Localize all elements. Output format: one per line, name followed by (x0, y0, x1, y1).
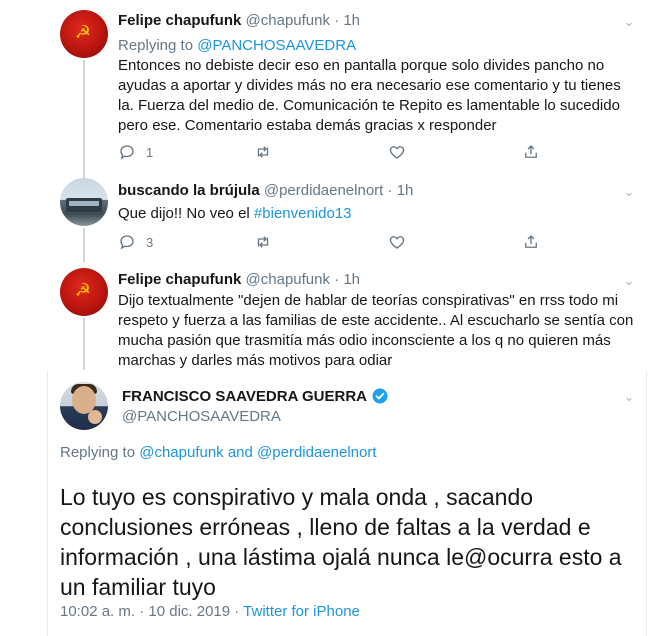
tweet-text: Lo tuyo es conspirativo y mala onda , sa… (60, 484, 622, 600)
avatar[interactable] (60, 382, 108, 430)
source-link[interactable]: Twitter for iPhone (243, 603, 360, 620)
heart-icon (389, 236, 405, 249)
avatar[interactable]: ☭ (60, 268, 108, 316)
author-handle[interactable]: @chapufunk (246, 271, 330, 288)
replying-label: Replying to (118, 37, 198, 54)
hammer-sickle-icon: ☭ (74, 22, 92, 42)
thread-line (83, 170, 85, 178)
reply-tweet-1[interactable]: ☭ Felipe chapufunk @chapufunk · 1h ⌄ Rep… (0, 0, 661, 170)
focused-tweet: FRANCISCO SAAVEDRA GUERRA @PANCHOSAAVEDR… (0, 370, 661, 636)
retweet-button[interactable] (254, 142, 272, 162)
share-icon (525, 145, 537, 158)
tweet-text: Entonces no debiste decir eso en pantall… (118, 57, 621, 134)
reply-count: 1 (146, 144, 154, 160)
bus-photo (66, 198, 102, 212)
avatar[interactable]: ☭ (60, 10, 108, 58)
reply-count: 3 (146, 234, 154, 250)
replying-label: Replying to (60, 444, 140, 461)
mention-link[interactable]: @chapufunk (139, 444, 223, 461)
retweet-icon (257, 236, 269, 248)
chevron-down-icon[interactable]: ⌄ (620, 183, 638, 201)
tweet-text: Que dijo!! No veo el #bienvenido13 (118, 205, 352, 222)
chevron-down-icon[interactable]: ⌄ (620, 272, 638, 290)
share-button[interactable] (522, 232, 540, 252)
timestamp[interactable]: 1h (343, 271, 360, 288)
replying-and: and (223, 444, 258, 461)
like-button[interactable] (388, 232, 406, 252)
reply-tweet-2[interactable]: buscando la brújula @perdidaenelnort · 1… (0, 170, 661, 262)
thread-line (83, 60, 85, 170)
share-button[interactable] (522, 142, 540, 162)
thread-line (83, 228, 85, 262)
reply-button[interactable]: 3 (118, 232, 153, 252)
retweet-button[interactable] (254, 232, 272, 252)
reply-button[interactable]: 1 (118, 142, 153, 162)
avatar[interactable] (60, 178, 108, 226)
chevron-down-icon[interactable]: ⌄ (620, 13, 638, 31)
author-name[interactable]: Felipe chapufunk (118, 271, 241, 288)
reply-tweet-3[interactable]: ☭ Felipe chapufunk @chapufunk · 1h ⌄ Dij… (0, 262, 661, 370)
timestamp[interactable]: 10:02 a. m. · 10 dic. 2019 · (60, 603, 243, 620)
author-handle[interactable]: @chapufunk (246, 12, 330, 29)
retweet-icon (257, 146, 269, 158)
share-icon (525, 235, 537, 248)
timestamp[interactable]: 1h (397, 182, 414, 199)
tweet-text: Dijo textualmente "dejen de hablar de te… (118, 292, 634, 369)
chevron-down-icon[interactable]: ⌄ (620, 388, 638, 406)
separator-dot: · (387, 182, 393, 199)
like-button[interactable] (388, 142, 406, 162)
verified-badge-icon (372, 388, 388, 404)
hashtag-link[interactable]: #bienvenido13 (254, 205, 352, 222)
reply-bubble-icon (120, 235, 134, 250)
hammer-sickle-icon: ☭ (74, 280, 92, 300)
timestamp[interactable]: 1h (343, 12, 360, 29)
author-handle[interactable]: @PANCHOSAAVEDRA (122, 408, 281, 425)
reply-bubble-icon (120, 145, 134, 160)
separator-dot: · (334, 12, 340, 29)
mention-link[interactable]: @PANCHOSAAVEDRA (197, 37, 356, 54)
author-name[interactable]: FRANCISCO SAAVEDRA GUERRA (122, 388, 367, 405)
author-name[interactable]: Felipe chapufunk (118, 12, 241, 29)
heart-icon (389, 146, 405, 159)
mention-link[interactable]: @perdidaenelnort (257, 444, 376, 461)
separator-dot: · (334, 271, 340, 288)
author-handle[interactable]: @perdidaenelnort (264, 182, 383, 199)
avatar-hand (88, 410, 102, 424)
thread-line (83, 318, 85, 370)
author-name[interactable]: buscando la brújula (118, 182, 260, 199)
